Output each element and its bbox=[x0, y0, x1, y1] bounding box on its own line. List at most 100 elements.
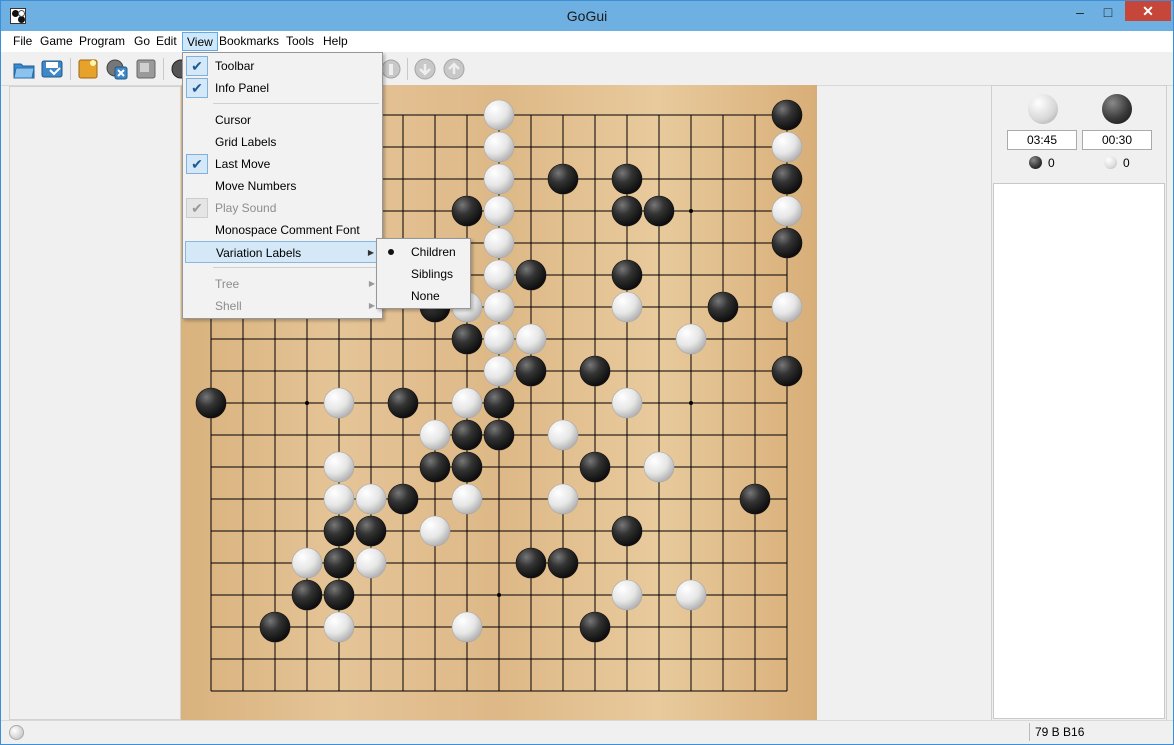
submenu-item-children[interactable]: Children bbox=[379, 241, 469, 263]
black-stone[interactable] bbox=[771, 99, 803, 131]
white-stone[interactable] bbox=[323, 483, 355, 515]
white-stone[interactable] bbox=[611, 579, 643, 611]
black-stone[interactable] bbox=[387, 483, 419, 515]
menu-item-move-numbers[interactable]: Move Numbers bbox=[185, 175, 381, 197]
white-stone[interactable] bbox=[675, 323, 707, 355]
black-stone[interactable] bbox=[355, 515, 387, 547]
black-stone[interactable] bbox=[451, 195, 483, 227]
white-stone[interactable] bbox=[515, 323, 547, 355]
black-stone[interactable] bbox=[483, 387, 515, 419]
white-stone[interactable] bbox=[419, 419, 451, 451]
menu-item-toolbar[interactable]: ✔ Toolbar bbox=[185, 55, 381, 77]
black-stone[interactable] bbox=[259, 611, 291, 643]
black-stone[interactable] bbox=[771, 227, 803, 259]
black-stone[interactable] bbox=[515, 259, 547, 291]
white-stone[interactable] bbox=[483, 131, 515, 163]
black-stone[interactable] bbox=[291, 579, 323, 611]
white-stone[interactable] bbox=[451, 387, 483, 419]
black-stone[interactable] bbox=[515, 547, 547, 579]
white-stone[interactable] bbox=[419, 515, 451, 547]
submenu-item-none[interactable]: None bbox=[379, 285, 469, 307]
back-icon[interactable] bbox=[413, 57, 437, 81]
white-stone[interactable] bbox=[323, 387, 355, 419]
white-stone[interactable] bbox=[483, 99, 515, 131]
menu-file[interactable]: File bbox=[9, 32, 36, 51]
black-stone[interactable] bbox=[579, 611, 611, 643]
black-stone[interactable] bbox=[515, 355, 547, 387]
white-stone[interactable] bbox=[611, 291, 643, 323]
black-stone[interactable] bbox=[771, 355, 803, 387]
white-stone[interactable] bbox=[483, 323, 515, 355]
close-button[interactable]: ✕ bbox=[1125, 1, 1171, 21]
black-stone[interactable] bbox=[451, 451, 483, 483]
black-stone[interactable] bbox=[611, 259, 643, 291]
menu-help[interactable]: Help bbox=[319, 32, 352, 51]
white-stone[interactable] bbox=[771, 195, 803, 227]
menu-game[interactable]: Game bbox=[36, 32, 77, 51]
black-stone[interactable] bbox=[483, 419, 515, 451]
black-stone[interactable] bbox=[579, 451, 611, 483]
new-game-icon[interactable] bbox=[76, 57, 100, 81]
black-stone[interactable] bbox=[771, 163, 803, 195]
menu-item-monospace-comment-font[interactable]: Monospace Comment Font bbox=[185, 219, 381, 241]
attach-program-icon[interactable] bbox=[134, 57, 158, 81]
white-stone[interactable] bbox=[611, 387, 643, 419]
black-stone[interactable] bbox=[323, 547, 355, 579]
black-stone[interactable] bbox=[323, 515, 355, 547]
black-stone[interactable] bbox=[323, 579, 355, 611]
white-stone[interactable] bbox=[483, 355, 515, 387]
black-stone[interactable] bbox=[547, 163, 579, 195]
comment-area[interactable] bbox=[993, 183, 1165, 719]
submenu-item-siblings[interactable]: Siblings bbox=[379, 263, 469, 285]
menu-view[interactable]: View bbox=[182, 32, 218, 51]
white-stone[interactable] bbox=[483, 259, 515, 291]
menu-item-last-move[interactable]: ✔ Last Move bbox=[185, 153, 381, 175]
white-stone[interactable] bbox=[483, 163, 515, 195]
menu-tools[interactable]: Tools bbox=[282, 32, 318, 51]
menu-program[interactable]: Program bbox=[75, 32, 129, 51]
black-stone[interactable] bbox=[419, 451, 451, 483]
black-stone[interactable] bbox=[451, 323, 483, 355]
close-game-icon[interactable] bbox=[105, 57, 129, 81]
black-stone[interactable] bbox=[451, 419, 483, 451]
white-stone[interactable] bbox=[771, 131, 803, 163]
maximize-button[interactable]: □ bbox=[1095, 2, 1121, 22]
white-stone[interactable] bbox=[483, 195, 515, 227]
minimize-button[interactable]: – bbox=[1067, 2, 1093, 22]
white-stone[interactable] bbox=[451, 611, 483, 643]
black-stone[interactable] bbox=[739, 483, 771, 515]
black-stone[interactable] bbox=[547, 547, 579, 579]
menu-go[interactable]: Go bbox=[130, 32, 154, 51]
menu-item-info-panel[interactable]: ✔ Info Panel bbox=[185, 77, 381, 99]
menu-item-variation-labels[interactable]: Variation Labels ▶ bbox=[185, 241, 381, 263]
white-stone[interactable] bbox=[355, 483, 387, 515]
white-stone[interactable] bbox=[483, 227, 515, 259]
forward-icon[interactable] bbox=[442, 57, 466, 81]
white-stone[interactable] bbox=[771, 291, 803, 323]
black-stone[interactable] bbox=[611, 195, 643, 227]
white-stone[interactable] bbox=[323, 611, 355, 643]
black-stone[interactable] bbox=[707, 291, 739, 323]
black-stone[interactable] bbox=[611, 515, 643, 547]
black-stone[interactable] bbox=[611, 163, 643, 195]
open-icon[interactable] bbox=[12, 57, 36, 81]
menu-edit[interactable]: Edit bbox=[152, 32, 181, 51]
menu-item-cursor[interactable]: Cursor bbox=[185, 109, 381, 131]
white-stone[interactable] bbox=[323, 451, 355, 483]
white-stone[interactable] bbox=[547, 483, 579, 515]
white-stone[interactable] bbox=[291, 547, 323, 579]
white-stone[interactable] bbox=[643, 451, 675, 483]
white-stone[interactable] bbox=[451, 483, 483, 515]
save-icon[interactable] bbox=[40, 57, 64, 81]
black-stone[interactable] bbox=[643, 195, 675, 227]
white-stone[interactable] bbox=[355, 547, 387, 579]
white-stone[interactable] bbox=[483, 291, 515, 323]
black-stone[interactable] bbox=[195, 387, 227, 419]
white-stone[interactable] bbox=[547, 419, 579, 451]
black-stone[interactable] bbox=[387, 387, 419, 419]
black-stone[interactable] bbox=[579, 355, 611, 387]
menu-item-grid-labels[interactable]: Grid Labels bbox=[185, 131, 381, 153]
menu-bookmarks[interactable]: Bookmarks bbox=[215, 32, 283, 51]
menu-item-play-sound: ✔ Play Sound bbox=[185, 197, 381, 219]
white-stone[interactable] bbox=[675, 579, 707, 611]
